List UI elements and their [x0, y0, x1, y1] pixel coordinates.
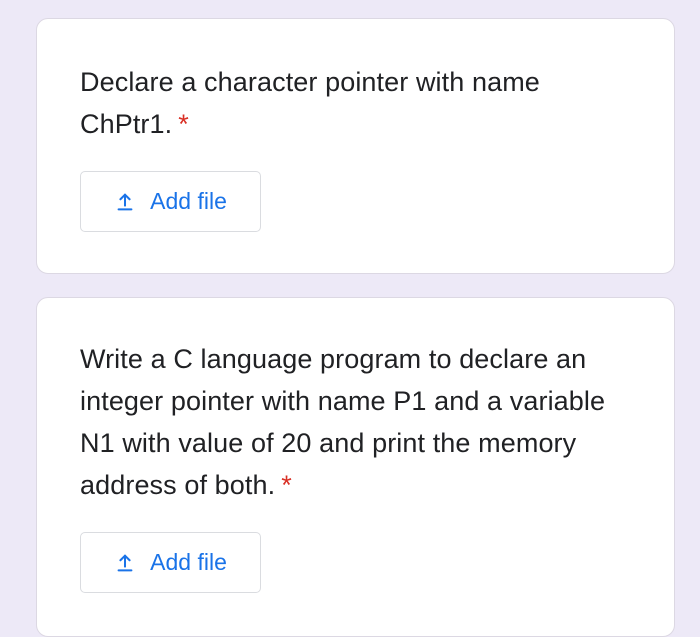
- upload-icon: [114, 552, 136, 574]
- question-card-2: Write a C language program to declare an…: [36, 297, 675, 637]
- add-file-button-2[interactable]: Add file: [80, 532, 261, 593]
- add-file-label-2: Add file: [150, 549, 227, 575]
- question-title-1: Declare a character pointer with name Ch…: [80, 61, 634, 145]
- add-file-button-1[interactable]: Add file: [80, 171, 261, 232]
- upload-icon: [114, 191, 136, 213]
- question-title-2: Write a C language program to declare an…: [80, 338, 634, 506]
- add-file-label-1: Add file: [150, 188, 227, 214]
- question-text-1: Declare a character pointer with name Ch…: [80, 67, 540, 139]
- question-card-1: Declare a character pointer with name Ch…: [36, 18, 675, 274]
- required-asterisk-2: *: [281, 470, 292, 500]
- question-text-2: Write a C language program to declare an…: [80, 344, 606, 500]
- required-asterisk-1: *: [178, 109, 189, 139]
